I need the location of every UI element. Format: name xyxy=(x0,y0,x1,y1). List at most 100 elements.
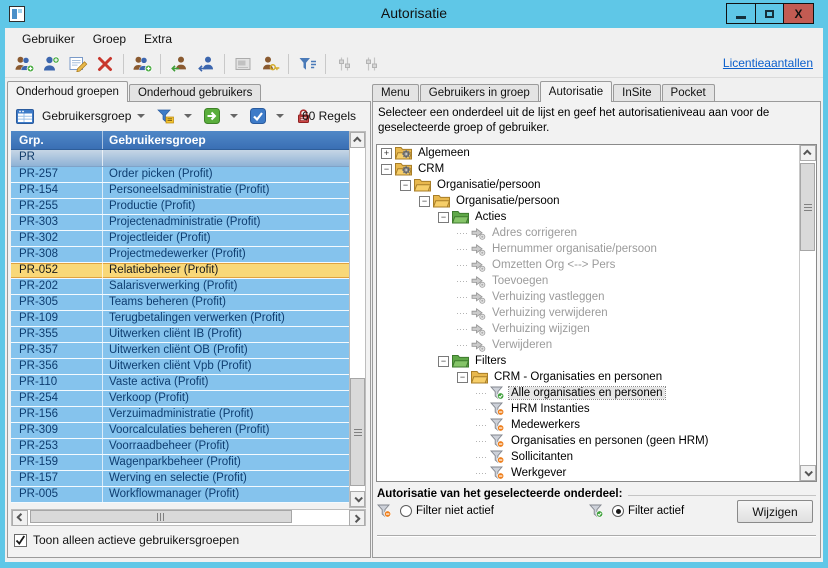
expand-toggle[interactable]: − xyxy=(438,211,449,223)
tree-item[interactable]: − CRM - Organisaties en personen xyxy=(377,369,799,385)
table-row[interactable]: PR-302 Projectleider (Profit) xyxy=(11,231,349,247)
tree-item[interactable]: Omzetten Org <--> Pers xyxy=(377,257,799,273)
column-header-gebruikersgroep[interactable]: Gebruikersgroep xyxy=(103,131,349,149)
table-row[interactable]: PR-309 Voorcalculaties beheren (Profit) xyxy=(11,423,349,439)
table-row[interactable]: PR-052 Relatiebeheer (Profit) xyxy=(11,263,349,279)
menu-extra[interactable]: Extra xyxy=(135,30,181,48)
expand-toggle[interactable]: − xyxy=(419,195,430,207)
tab-pocket[interactable]: Pocket xyxy=(661,84,715,102)
column-header-grp[interactable]: Grp. xyxy=(11,131,103,149)
filter-button[interactable] xyxy=(295,53,319,75)
copy-group-button[interactable] xyxy=(130,53,154,75)
move-user-out-button[interactable] xyxy=(194,53,218,75)
scroll-down-button[interactable] xyxy=(800,465,816,481)
tree-item[interactable]: Medewerkers xyxy=(377,417,799,433)
expand-toggle[interactable]: + xyxy=(381,147,392,159)
tab-gebruikers-in-groep[interactable]: Gebruikers in groep xyxy=(419,84,539,102)
scroll-left-button[interactable] xyxy=(12,510,28,526)
scroll-up-button[interactable] xyxy=(350,132,365,148)
menu-gebruiker[interactable]: Gebruiker xyxy=(13,30,84,48)
table-row[interactable]: PR-157 Werving en selectie (Profit) xyxy=(11,471,349,487)
active-groups-checkbox[interactable]: Toon alleen actieve gebruikersgroepen xyxy=(14,533,239,547)
tree-item[interactable]: HRM Instanties xyxy=(377,401,799,417)
tab-onderhoud-groepen[interactable]: Onderhoud groepen xyxy=(7,81,128,102)
tab-onderhoud-gebruikers[interactable]: Onderhoud gebruikers xyxy=(128,84,262,102)
user-key-button[interactable] xyxy=(258,53,282,75)
tree-item[interactable]: Adres corrigeren xyxy=(377,225,799,241)
add-user-button[interactable] xyxy=(39,53,63,75)
tree-item[interactable]: − Organisatie/persoon xyxy=(377,177,799,193)
maximize-button[interactable] xyxy=(755,4,783,23)
groups-horizontal-scrollbar[interactable] xyxy=(11,509,366,526)
tree-item[interactable]: + Algemeen xyxy=(377,145,799,161)
table-row[interactable]: PR-305 Teams beheren (Profit) xyxy=(11,295,349,311)
table-row[interactable]: PR-303 Projectenadministratie (Profit) xyxy=(11,215,349,231)
tree-item[interactable]: Verwijderen xyxy=(377,337,799,353)
add-group-button[interactable] xyxy=(12,53,36,75)
delete-button[interactable] xyxy=(93,53,117,75)
licentieaantallen-link[interactable]: Licentieaantallen xyxy=(723,56,813,70)
filter-actief-option[interactable]: Filter actief xyxy=(589,504,684,518)
tree-item[interactable]: Sollicitanten xyxy=(377,449,799,465)
table-row[interactable]: PR-154 Personeelsadministratie (Profit) xyxy=(11,183,349,199)
expand-toggle[interactable]: − xyxy=(400,179,411,191)
tab-autorisatie[interactable]: Autorisatie xyxy=(539,81,613,102)
table-row[interactable]: PR-156 Verzuimadministratie (Profit) xyxy=(11,407,349,423)
expand-toggle[interactable]: − xyxy=(438,355,449,367)
table-row[interactable]: PR-308 Projectmedewerker (Profit) xyxy=(11,247,349,263)
grid-filter-button[interactable] xyxy=(154,107,195,126)
table-row[interactable]: PR-257 Order picken (Profit) xyxy=(11,167,349,183)
table-row[interactable]: PR-202 Salarisverwerking (Profit) xyxy=(11,279,349,295)
move-user-in-button[interactable] xyxy=(167,53,191,75)
select-button[interactable] xyxy=(247,106,287,126)
tree-item[interactable]: − Filters xyxy=(377,353,799,369)
tree-item[interactable]: Organisaties en personen (geen HRM) xyxy=(377,433,799,449)
view-selector-button[interactable]: Gebruikersgroep xyxy=(13,107,148,126)
scrollbar-thumb[interactable] xyxy=(800,163,815,251)
group-row[interactable]: PR xyxy=(11,150,349,167)
table-row[interactable]: PR-109 Terugbetalingen verwerken (Profit) xyxy=(11,311,349,327)
table-row[interactable]: PR-253 Voorraadbeheer (Profit) xyxy=(11,439,349,455)
tree-item[interactable]: − CRM xyxy=(377,161,799,177)
tree-item[interactable]: − Acties xyxy=(377,209,799,225)
tab-menu[interactable]: Menu xyxy=(372,84,419,102)
tree-item[interactable]: Verhuizing verwijderen xyxy=(377,305,799,321)
close-button[interactable]: X xyxy=(783,4,813,23)
edit-button[interactable] xyxy=(66,53,90,75)
tree-item[interactable]: Alle organisaties en personen xyxy=(377,385,799,401)
table-row[interactable]: PR-356 Uitwerken cliënt Vpb (Profit) xyxy=(11,359,349,375)
tree-item[interactable]: Verhuizing vastleggen xyxy=(377,289,799,305)
minimize-button[interactable] xyxy=(727,4,755,23)
radio-filter-actief[interactable] xyxy=(612,505,624,517)
scrollbar-track[interactable] xyxy=(800,161,816,465)
scroll-down-button[interactable] xyxy=(350,491,365,507)
go-button[interactable] xyxy=(201,106,241,126)
table-row[interactable]: PR-357 Uitwerken cliënt OB (Profit) xyxy=(11,343,349,359)
scrollbar-track[interactable] xyxy=(28,510,349,525)
tree-item[interactable]: Werkgever xyxy=(377,465,799,481)
scroll-right-button[interactable] xyxy=(349,510,365,526)
scrollbar-thumb[interactable] xyxy=(350,378,365,486)
expand-toggle[interactable]: − xyxy=(381,163,392,175)
expand-toggle[interactable]: − xyxy=(457,371,468,383)
table-row[interactable]: PR-110 Vaste activa (Profit) xyxy=(11,375,349,391)
wijzigen-button[interactable]: Wijzigen xyxy=(737,500,813,523)
tree-item[interactable]: Toevoegen xyxy=(377,273,799,289)
tree-item[interactable]: Verhuizing wijzigen xyxy=(377,321,799,337)
table-row[interactable]: PR-355 Uitwerken cliënt IB (Profit) xyxy=(11,327,349,343)
scroll-up-button[interactable] xyxy=(800,145,816,161)
scrollbar-track[interactable] xyxy=(350,148,365,491)
table-row[interactable]: PR-005 Workflowmanager (Profit) xyxy=(11,487,349,503)
tab-insite[interactable]: InSite xyxy=(613,84,661,102)
filter-niet-actief-option[interactable]: Filter niet actief xyxy=(377,504,589,518)
tree-item[interactable]: Hernummer organisatie/persoon xyxy=(377,241,799,257)
tree-item[interactable]: − Organisatie/persoon xyxy=(377,193,799,209)
tree-vertical-scrollbar[interactable] xyxy=(799,145,816,481)
radio-filter-niet-actief[interactable] xyxy=(400,505,412,517)
table-row[interactable]: PR-254 Verkoop (Profit) xyxy=(11,391,349,407)
groups-vertical-scrollbar[interactable] xyxy=(349,131,366,508)
table-row[interactable]: PR-159 Wagenparkbeheer (Profit) xyxy=(11,455,349,471)
scrollbar-thumb[interactable] xyxy=(30,510,292,523)
table-row[interactable]: PR-255 Productie (Profit) xyxy=(11,199,349,215)
menu-groep[interactable]: Groep xyxy=(84,30,135,48)
